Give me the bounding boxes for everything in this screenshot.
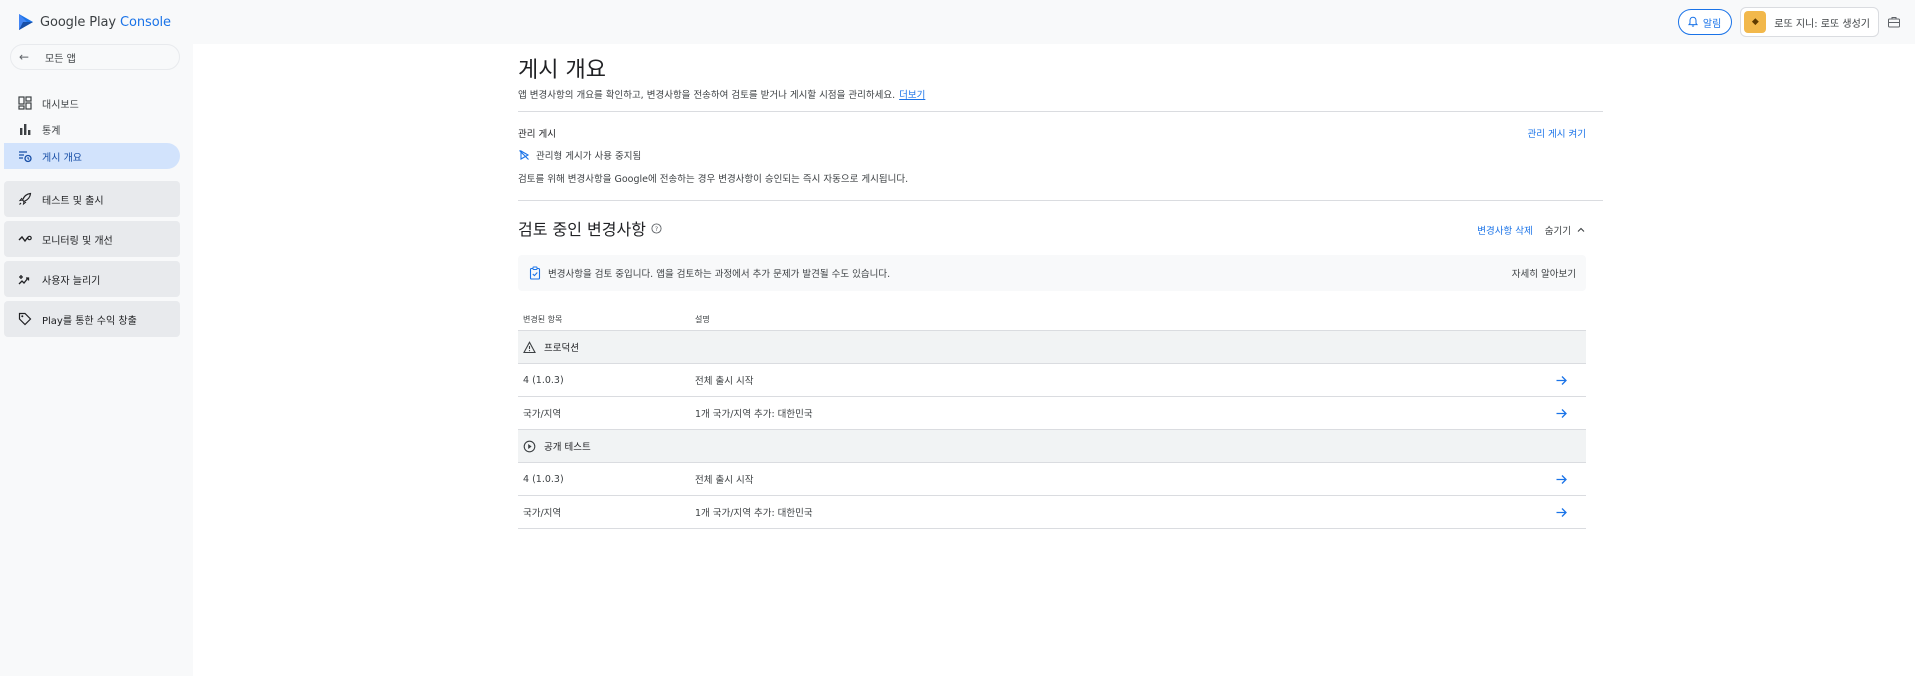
app-icon: ◆ <box>1744 11 1767 33</box>
app-selector[interactable]: ◆ 로또 지니: 로또 생성기 <box>1740 7 1879 37</box>
enable-managed-publishing-link[interactable]: 관리 게시 켜기 <box>1528 126 1586 140</box>
publishing-overview-icon <box>19 151 32 163</box>
clipboard-check-icon <box>529 266 541 280</box>
sidebar-group-label: 테스트 및 출시 <box>42 195 104 207</box>
sidebar-item-publishing-overview[interactable]: 게시 개요 <box>4 143 180 169</box>
managed-publishing-status-text: 관리형 게시가 사용 중지됨 <box>536 151 642 162</box>
all-apps-label: 모든 앱 <box>45 53 76 65</box>
managed-publishing-note: 검토를 위해 변경사항을 Google에 전송하는 경우 변경사항이 승인되는 … <box>518 174 909 185</box>
header-actions: 알림 ◆ 로또 지니: 로또 생성기 <box>1677 7 1905 37</box>
svg-text:?: ? <box>655 225 658 233</box>
table-row[interactable]: 국가/지역 1개 국가/지역 추가: 대한민국 <box>518 496 1586 529</box>
sidebar-item-dashboard[interactable]: 대시보드 <box>4 90 180 116</box>
sidebar-group-monitor-and-improve[interactable]: 모니터링 및 개선 <box>4 221 180 257</box>
sidebar-item-label: 통계 <box>42 125 61 137</box>
review-notice-banner: 변경사항을 검토 중입니다. 앱을 검토하는 과정에서 추가 문제가 발견될 수… <box>518 255 1586 291</box>
changed-item-cell: 4 (1.0.3) <box>523 374 564 386</box>
open-testing-icon <box>523 440 536 452</box>
sidebar-item-label: 게시 개요 <box>42 152 82 164</box>
group-name: 프로덕션 <box>544 343 579 354</box>
group-name: 공개 테스트 <box>544 442 591 453</box>
description-cell: 1개 국가/지역 추가: 대한민국 <box>695 409 813 420</box>
description-cell: 전체 출시 시작 <box>695 376 754 387</box>
trend-icon <box>18 235 32 243</box>
grow-users-icon <box>18 275 30 285</box>
sidebar: ← 모든 앱 대시보드 통계 게시 개요 테스트 및 출시 모니터링 및 개선 … <box>0 44 193 676</box>
sidebar-group-monetize[interactable]: Play를 통한 수익 창출 <box>4 301 180 337</box>
review-actions: 변경사항 삭제 숨기기 <box>1477 223 1586 237</box>
review-notice-text: 변경사항을 검토 중입니다. 앱을 검토하는 과정에서 추가 문제가 발견될 수… <box>548 269 891 280</box>
table-row[interactable]: 국가/지역 1개 국가/지역 추가: 대한민국 <box>518 397 1586 430</box>
description-cell: 전체 출시 시작 <box>695 475 754 486</box>
warning-triangle-icon <box>523 340 536 353</box>
changes-table: 변경된 항목 설명 프로덕션 4 (1.0.3) 전체 출시 시작 국가/지역 … <box>518 308 1586 529</box>
app-name: 로또 지니: 로또 생성기 <box>1774 18 1870 30</box>
hide-label: 숨기기 <box>1544 226 1571 237</box>
notifications-button[interactable]: 알림 <box>1677 9 1733 35</box>
sidebar-group-label: 모니터링 및 개선 <box>42 235 113 247</box>
changes-in-review-heading: 검토 중인 변경사항 ? <box>518 216 662 240</box>
sidebar-item-label: 대시보드 <box>42 99 79 111</box>
google-play-console-logo[interactable]: Google Play Console <box>18 12 171 32</box>
help-icon[interactable]: ? <box>651 222 662 234</box>
changed-item-cell: 국가/지역 <box>523 409 562 420</box>
changed-item-cell: 국가/지역 <box>523 508 562 519</box>
bell-icon <box>1687 16 1698 27</box>
rocket-icon <box>18 192 32 206</box>
top-app-bar: Google Play Console 알림 ◆ 로또 지니: 로또 생성기 <box>0 0 1915 44</box>
arrow-forward-icon[interactable] <box>1555 374 1568 387</box>
table-row[interactable]: 4 (1.0.3) 전체 출시 시작 <box>518 463 1586 496</box>
learn-more-details-link[interactable]: 자세히 알아보기 <box>1512 266 1576 280</box>
group-row-open-testing: 공개 테스트 <box>518 430 1586 463</box>
briefcase-icon <box>1888 17 1900 28</box>
column-header-description: 설명 <box>695 314 710 324</box>
group-row-production: 프로덕션 <box>518 331 1586 364</box>
table-header: 변경된 항목 설명 <box>518 308 1586 331</box>
divider <box>518 111 1603 112</box>
arrow-forward-icon[interactable] <box>1555 473 1568 486</box>
hide-toggle[interactable]: 숨기기 <box>1545 223 1586 237</box>
sidebar-group-label: Play를 통한 수익 창출 <box>42 315 137 327</box>
managed-publishing-heading: 관리 게시 <box>518 129 556 140</box>
delete-changes-link[interactable]: 변경사항 삭제 <box>1477 223 1532 237</box>
notifications-label: 알림 <box>1702 18 1722 30</box>
chevron-up-icon <box>1577 227 1585 232</box>
arrow-back-icon: ← <box>19 50 30 64</box>
arrow-forward-icon[interactable] <box>1555 506 1568 519</box>
description-cell: 1개 국가/지역 추가: 대한민국 <box>695 508 813 519</box>
sidebar-group-label: 사용자 늘리기 <box>42 275 101 287</box>
page-title: 게시 개요 <box>518 58 606 83</box>
logo-brand-text: Google Play <box>40 14 116 30</box>
play-console-logo-icon <box>19 14 33 30</box>
arrow-forward-icon[interactable] <box>1555 407 1568 420</box>
all-apps-button[interactable]: ← 모든 앱 <box>10 44 180 70</box>
page-description: 앱 변경사항의 개요를 확인하고, 변경사항을 전송하여 검토를 받거나 게시할… <box>518 87 925 101</box>
bar-chart-icon <box>20 124 31 135</box>
sidebar-group-test-and-release[interactable]: 테스트 및 출시 <box>4 181 180 217</box>
publishing-off-icon <box>519 150 530 160</box>
sidebar-item-statistics[interactable]: 통계 <box>4 116 180 142</box>
page-description-text: 앱 변경사항의 개요를 확인하고, 변경사항을 전송하여 검토를 받거나 게시할… <box>518 90 896 101</box>
sidebar-group-grow-users[interactable]: 사용자 늘리기 <box>4 261 180 297</box>
logo-accent-text: Console <box>120 14 171 30</box>
column-header-changed-item: 변경된 항목 <box>523 314 563 324</box>
divider <box>518 200 1603 201</box>
changes-in-review-title: 검토 중인 변경사항 <box>518 220 646 239</box>
tag-icon <box>18 312 32 326</box>
managed-publishing-status: 관리형 게시가 사용 중지됨 <box>518 148 641 162</box>
developer-account-button[interactable] <box>1883 11 1905 33</box>
dashboard-icon <box>18 96 32 110</box>
table-row[interactable]: 4 (1.0.3) 전체 출시 시작 <box>518 364 1586 397</box>
learn-more-link[interactable]: 더보기 <box>899 90 925 101</box>
changed-item-cell: 4 (1.0.3) <box>523 473 564 485</box>
